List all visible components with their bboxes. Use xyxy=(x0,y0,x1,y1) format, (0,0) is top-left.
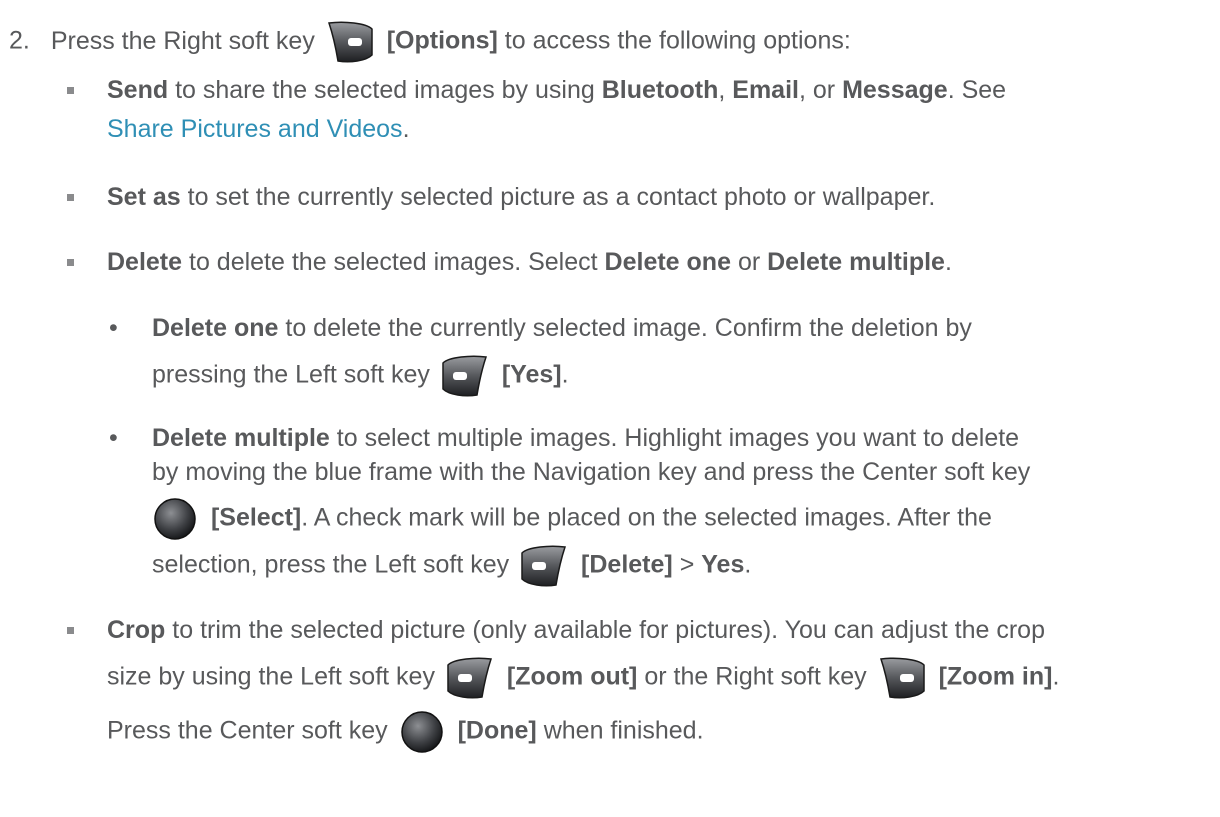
center-soft-key-icon xyxy=(154,498,196,540)
dot-bullet-icon: • xyxy=(109,314,118,342)
step-number: 2. xyxy=(9,26,30,55)
square-bullet-icon xyxy=(67,627,74,634)
right-soft-key-icon xyxy=(327,21,373,63)
share-pictures-link[interactable]: Share Pictures and Videos xyxy=(107,115,403,143)
option-set-as: Set as to set the currently selected pic… xyxy=(107,183,936,211)
option-delete-one: Delete one to delete the currently selec… xyxy=(152,314,972,342)
step-line: 2. Press the Right soft key [Options] to… xyxy=(9,21,851,63)
option-send: Send to share the selected images by usi… xyxy=(107,76,1007,104)
option-delete-multiple: Delete multiple to select multiple image… xyxy=(152,424,1020,452)
square-bullet-icon xyxy=(67,194,74,201)
option-crop: Crop to trim the selected picture (only … xyxy=(107,616,1045,644)
option-delete: Delete to delete the selected images. Se… xyxy=(107,248,952,276)
left-soft-key-icon xyxy=(442,355,487,397)
left-soft-key-icon xyxy=(447,657,492,699)
dot-bullet-icon: • xyxy=(109,424,118,452)
square-bullet-icon xyxy=(67,259,74,266)
left-soft-key-icon xyxy=(521,545,567,587)
center-soft-key-icon xyxy=(400,711,443,753)
square-bullet-icon xyxy=(67,87,74,94)
right-soft-key-icon xyxy=(879,657,925,699)
